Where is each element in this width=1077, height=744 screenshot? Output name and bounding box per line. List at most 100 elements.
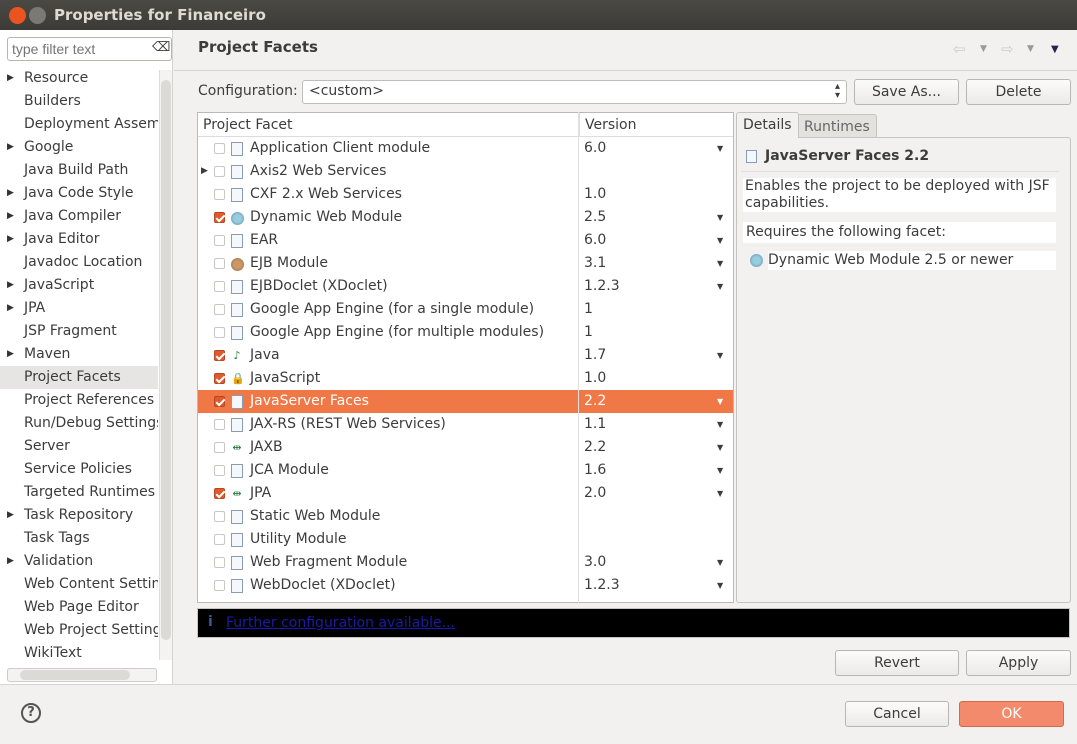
expand-icon[interactable]: ▶ [7, 550, 14, 573]
tab-runtimes[interactable]: Runtimes [797, 114, 877, 138]
facet-version[interactable]: 2.0 [584, 482, 606, 505]
version-dropdown-icon[interactable]: ▼ [717, 551, 723, 574]
sidebar-item[interactable]: Run/Debug Settings [0, 412, 158, 435]
table-row[interactable]: JavaServer Faces 2.2 ▼ [198, 390, 733, 413]
facet-version[interactable]: 6.0 [584, 229, 606, 252]
sidebar-vertical-scrollbar[interactable] [159, 70, 172, 660]
version-dropdown-icon[interactable]: ▼ [717, 344, 723, 367]
version-dropdown-icon[interactable]: ▼ [717, 137, 723, 160]
expand-icon[interactable]: ▶ [7, 297, 14, 320]
table-row[interactable]: Google App Engine (for multiple modules)… [198, 321, 733, 344]
facet-checkbox[interactable] [214, 258, 225, 269]
expand-icon[interactable]: ▶ [7, 343, 14, 366]
clear-filter-icon[interactable]: ⌫ [152, 40, 170, 55]
facet-version[interactable]: 1.2.3 [584, 275, 620, 298]
sidebar-item[interactable]: Web Project Settings [0, 619, 158, 642]
revert-button[interactable]: Revert [835, 650, 959, 676]
facet-checkbox[interactable] [214, 557, 225, 568]
facet-checkbox[interactable] [214, 327, 225, 338]
table-row[interactable]: Utility Module [198, 528, 733, 551]
sidebar-item[interactable]: ▶ Maven [0, 343, 158, 366]
table-row[interactable]: Dynamic Web Module 2.5 ▼ [198, 206, 733, 229]
version-dropdown-icon[interactable]: ▼ [717, 229, 723, 252]
sidebar-item[interactable]: ▶ Java Editor [0, 228, 158, 251]
sidebar-item[interactable]: Web Content Settings [0, 573, 158, 596]
sidebar-item[interactable]: ▶ Java Code Style [0, 182, 158, 205]
facet-checkbox[interactable] [214, 580, 225, 591]
facet-checkbox[interactable] [214, 534, 225, 545]
sidebar-item[interactable]: ▶ Validation [0, 550, 158, 573]
facet-version[interactable]: 2.2 [584, 390, 606, 413]
facet-version[interactable]: 1.6 [584, 459, 606, 482]
ok-button[interactable]: OK [959, 701, 1064, 727]
table-row[interactable]: Application Client module 6.0 ▼ [198, 137, 733, 160]
facet-checkbox[interactable] [214, 304, 225, 315]
table-row[interactable]: Web Fragment Module 3.0 ▼ [198, 551, 733, 574]
sidebar-item[interactable]: Targeted Runtimes [0, 481, 158, 504]
tab-details[interactable]: Details [736, 112, 799, 138]
close-icon[interactable] [9, 7, 26, 24]
back-menu-icon[interactable]: ▼ [980, 44, 987, 54]
table-row[interactable]: ▶ Axis2 Web Services [198, 160, 733, 183]
expand-icon[interactable]: ▶ [7, 205, 14, 228]
sidebar-item[interactable]: Server [0, 435, 158, 458]
facet-checkbox[interactable] [214, 396, 225, 407]
table-row[interactable]: Google App Engine (for a single module) 1 [198, 298, 733, 321]
sidebar-item[interactable]: ▶ Task Repository [0, 504, 158, 527]
filter-input[interactable] [7, 37, 172, 61]
facet-version[interactable]: 1.1 [584, 413, 606, 436]
version-dropdown-icon[interactable]: ▼ [717, 574, 723, 597]
forward-icon[interactable]: ⇨ [1001, 40, 1014, 58]
help-icon[interactable]: ? [21, 703, 41, 723]
further-configuration-link[interactable]: Further configuration available... [226, 615, 455, 631]
view-menu-icon[interactable]: ▼ [1051, 44, 1059, 55]
expand-icon[interactable]: ▶ [7, 67, 14, 90]
facet-version[interactable]: 1.2.3 [584, 574, 620, 597]
column-header-facet[interactable]: Project Facet [198, 113, 579, 137]
facet-checkbox[interactable] [214, 419, 225, 430]
facet-checkbox[interactable] [214, 511, 225, 522]
sidebar-item[interactable]: Deployment Assembl [0, 113, 158, 136]
table-row[interactable]: ⇹ JPA 2.0 ▼ [198, 482, 733, 505]
table-row[interactable]: WebDoclet (XDoclet) 1.2.3 ▼ [198, 574, 733, 597]
table-row[interactable]: EAR 6.0 ▼ [198, 229, 733, 252]
table-row[interactable]: JAX-RS (REST Web Services) 1.1 ▼ [198, 413, 733, 436]
facet-checkbox[interactable] [214, 212, 225, 223]
expand-icon[interactable]: ▶ [201, 160, 208, 183]
facet-checkbox[interactable] [214, 465, 225, 476]
version-dropdown-icon[interactable]: ▼ [717, 206, 723, 229]
sidebar-item[interactable]: ▶ JavaScript [0, 274, 158, 297]
sidebar-item[interactable]: Project Facets [0, 366, 158, 389]
table-row[interactable]: EJBDoclet (XDoclet) 1.2.3 ▼ [198, 275, 733, 298]
facet-version[interactable]: 2.2 [584, 436, 606, 459]
forward-menu-icon[interactable]: ▼ [1027, 44, 1034, 54]
sidebar-item[interactable]: Java Build Path [0, 159, 158, 182]
facet-version[interactable]: 3.1 [584, 252, 606, 275]
version-dropdown-icon[interactable]: ▼ [717, 459, 723, 482]
facet-checkbox[interactable] [214, 442, 225, 453]
sidebar-item[interactable]: Builders [0, 90, 158, 113]
facet-checkbox[interactable] [214, 488, 225, 499]
sidebar-item[interactable]: JSP Fragment [0, 320, 158, 343]
facet-checkbox[interactable] [214, 281, 225, 292]
facet-checkbox[interactable] [214, 166, 225, 177]
facet-version[interactable]: 2.5 [584, 206, 606, 229]
expand-icon[interactable]: ▶ [7, 182, 14, 205]
sidebar-horizontal-scrollbar[interactable] [7, 668, 157, 682]
expand-icon[interactable]: ▶ [7, 504, 14, 527]
facet-checkbox[interactable] [214, 235, 225, 246]
expand-icon[interactable]: ▶ [7, 274, 14, 297]
configuration-select[interactable]: <custom> ▴ ▾ [302, 80, 847, 104]
table-row[interactable]: 🔒 JavaScript 1.0 [198, 367, 733, 390]
facet-version[interactable]: 6.0 [584, 137, 606, 160]
sidebar-item[interactable]: ▶ Google [0, 136, 158, 159]
cancel-button[interactable]: Cancel [845, 701, 949, 727]
version-dropdown-icon[interactable]: ▼ [717, 252, 723, 275]
expand-icon[interactable]: ▶ [7, 228, 14, 251]
sidebar-item[interactable]: ▶ JPA [0, 297, 158, 320]
table-row[interactable]: ⇹ JAXB 2.2 ▼ [198, 436, 733, 459]
version-dropdown-icon[interactable]: ▼ [717, 482, 723, 505]
table-row[interactable]: CXF 2.x Web Services 1.0 [198, 183, 733, 206]
column-header-version[interactable]: Version [579, 113, 733, 137]
version-dropdown-icon[interactable]: ▼ [717, 390, 723, 413]
